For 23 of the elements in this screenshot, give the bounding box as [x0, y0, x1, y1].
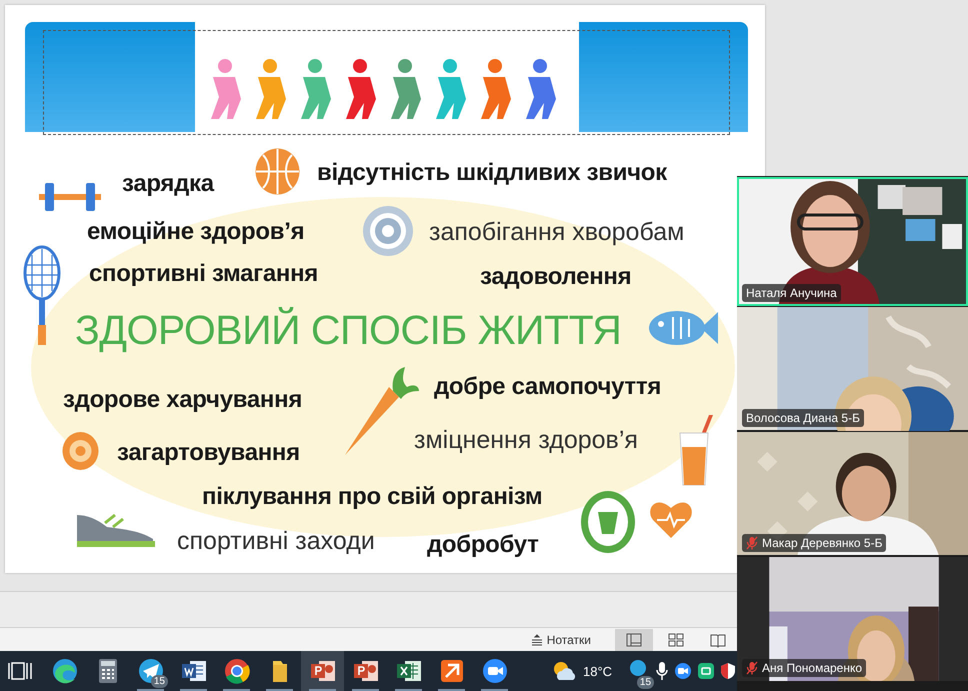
notes-button[interactable]: Нотатки — [524, 630, 597, 648]
slide-phrase: добре самопочуття — [434, 372, 662, 402]
slide-phrase: зарядка — [122, 169, 214, 199]
slide-phrase: спортивні заходи — [177, 526, 375, 556]
notification-badge: 15 — [636, 676, 654, 688]
notification-badge: 15 — [150, 675, 168, 688]
slide-phrase: емоційне здоров’я — [87, 217, 304, 247]
participant-name: Макар Деревянко 5-Б — [762, 536, 882, 550]
participant-name: Наталя Анучина — [746, 286, 837, 300]
slide-phrase: здорове харчування — [63, 385, 302, 415]
temperature[interactable]: 18°C — [583, 664, 612, 678]
slide-phrase: задоволення — [480, 262, 632, 292]
slide-phrase: добробут — [427, 530, 539, 560]
slide-phrase: піклування про свій організм — [202, 482, 542, 512]
slide-phrase: спортивні змагання — [89, 259, 318, 289]
participant-name: Аня Пономаренко — [762, 661, 862, 675]
taskbar-button[interactable]: 15 — [129, 651, 172, 691]
slide-phrase: відсутність шкідливих звичок — [317, 158, 667, 188]
slide-phrase: загартовування — [117, 438, 300, 468]
slide-phrase: запобігання хворобам — [429, 217, 684, 247]
participant-name: Волосова Диана 5-Б — [746, 411, 860, 425]
slide-phrase: зміцнення здоров’я — [414, 425, 638, 455]
slide-title: ЗДОРОВИЙ СПОСІБ ЖИТТЯ — [75, 306, 622, 355]
